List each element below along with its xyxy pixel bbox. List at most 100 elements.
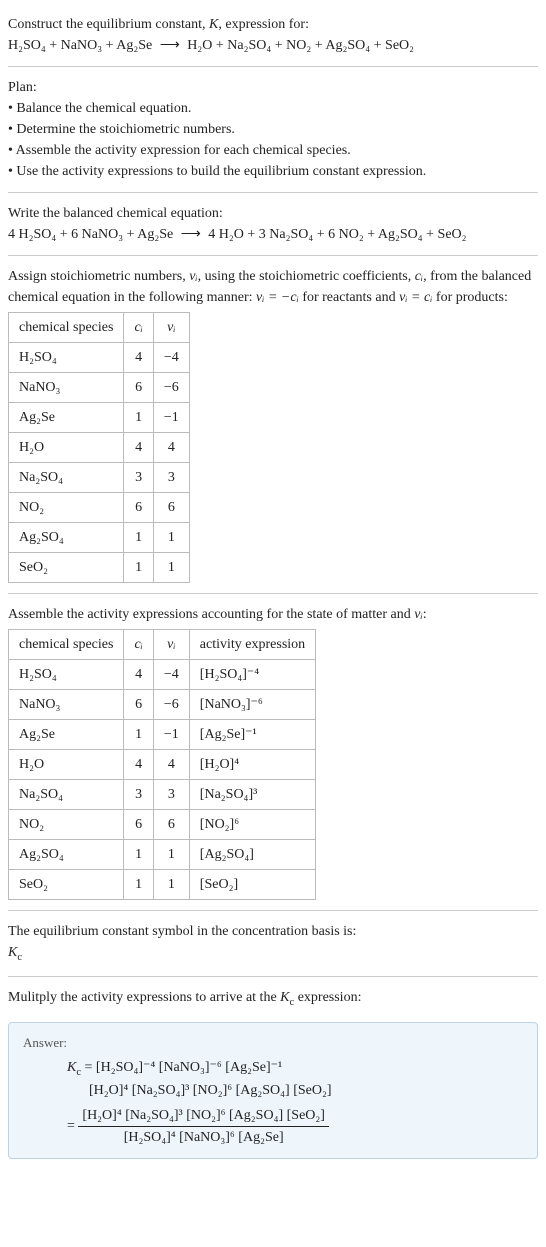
cell-nu: 6	[153, 810, 189, 840]
table-row: Na₂SO₄33[Na₂SO₄]³	[9, 780, 316, 810]
balanced-eq-lhs: 4 H₂SO₄ + 6 NaNO₃ + Ag₂Se	[8, 227, 173, 242]
activity-text-a: Assemble the activity expressions accoun…	[8, 607, 414, 622]
cell-nu: 1	[153, 523, 189, 553]
cell-nu: 1	[153, 840, 189, 870]
divider	[8, 192, 538, 193]
table-row: H₂O44	[9, 433, 190, 463]
intro-text-b: , expression for:	[218, 17, 309, 32]
fraction-denominator: [H₂SO₄]⁴ [NaNO₃]⁶ [Ag₂Se]	[78, 1127, 329, 1148]
divider	[8, 66, 538, 67]
cell-species: Ag₂Se	[9, 403, 124, 433]
answer-line1-rhs: [H₂SO₄]⁻⁴ [NaNO₃]⁻⁶ [Ag₂Se]⁻¹	[96, 1060, 282, 1075]
cell-activity: [NaNO₃]⁻⁶	[189, 690, 315, 720]
answer-box: Answer: Kc = [H₂SO₄]⁻⁴ [NaNO₃]⁻⁶ [Ag₂Se]…	[8, 1022, 538, 1159]
cell-nu: 1	[153, 553, 189, 583]
table-row: SeO₂11[SeO₂]	[9, 870, 316, 900]
cell-c: 3	[124, 463, 153, 493]
col-species: chemical species	[9, 313, 124, 343]
cell-activity: [Ag₂SO₄]	[189, 840, 315, 870]
cell-c: 4	[124, 750, 153, 780]
divider	[8, 976, 538, 977]
answer-label: Answer:	[23, 1033, 523, 1053]
stoich-text-d: for reactants and	[299, 290, 399, 305]
cell-nu: 3	[153, 463, 189, 493]
cell-c: 1	[124, 553, 153, 583]
table-row: H₂SO₄4−4	[9, 343, 190, 373]
intro-K: K	[209, 17, 218, 32]
cell-activity: [Ag₂Se]⁻¹	[189, 720, 315, 750]
activity-nu-i: νᵢ	[414, 607, 422, 622]
intro-text-a: Construct the equilibrium constant,	[8, 17, 209, 32]
table-row: Ag₂SO₄11	[9, 523, 190, 553]
stoich-section: Assign stoichiometric numbers, νᵢ, using…	[8, 260, 538, 589]
cell-species: H₂SO₄	[9, 343, 124, 373]
divider	[8, 593, 538, 594]
stoich-text-e: for products:	[432, 290, 507, 305]
table-row: SeO₂11	[9, 553, 190, 583]
stoich-paragraph: Assign stoichiometric numbers, νᵢ, using…	[8, 266, 538, 308]
stoich-table: chemical species cᵢ νᵢ H₂SO₄4−4 NaNO₃6−6…	[8, 312, 190, 583]
stoich-c-i: cᵢ	[415, 269, 423, 284]
cell-species: Na₂SO₄	[9, 463, 124, 493]
table-row: Na₂SO₄33	[9, 463, 190, 493]
symbol-kc: Kc	[8, 942, 538, 966]
divider	[8, 910, 538, 911]
multiply-text-b: expression:	[294, 990, 361, 1005]
activity-section: Assemble the activity expressions accoun…	[8, 598, 538, 906]
activity-table: chemical species cᵢ νᵢ activity expressi…	[8, 629, 316, 900]
stoich-rel1: νᵢ = −cᵢ	[256, 290, 299, 305]
cell-nu: 3	[153, 780, 189, 810]
table-row: H₂O44[H₂O]⁴	[9, 750, 316, 780]
cell-c: 6	[124, 690, 153, 720]
cell-activity: [NO₂]⁶	[189, 810, 315, 840]
plan-bullet-2: • Determine the stoichiometric numbers.	[8, 119, 538, 140]
table-row: Ag₂SO₄11[Ag₂SO₄]	[9, 840, 316, 870]
cell-species: Na₂SO₄	[9, 780, 124, 810]
cell-nu: −1	[153, 720, 189, 750]
cell-species: H₂O	[9, 433, 124, 463]
cell-species: Ag₂SO₄	[9, 523, 124, 553]
cell-species: NO₂	[9, 493, 124, 523]
table-row: NaNO₃6−6	[9, 373, 190, 403]
cell-species: NaNO₃	[9, 690, 124, 720]
stoich-nu-i: νᵢ	[189, 269, 197, 284]
cell-c: 4	[124, 660, 153, 690]
cell-nu: −4	[153, 660, 189, 690]
answer-line2: [H₂O]⁴ [Na₂SO₄]³ [NO₂]⁶ [Ag₂SO₄] [SeO₂]	[23, 1080, 523, 1101]
table-row: NO₂66	[9, 493, 190, 523]
cell-activity: [Na₂SO₄]³	[189, 780, 315, 810]
col-activity: activity expression	[189, 630, 315, 660]
table-row: NaNO₃6−6[NaNO₃]⁻⁶	[9, 690, 316, 720]
table-header-row: chemical species cᵢ νᵢ activity expressi…	[9, 630, 316, 660]
intro-equation: H₂SO₄ + NaNO₃ + Ag₂Se ⟶ H₂O + Na₂SO₄ + N…	[8, 35, 538, 56]
stoich-rel2: νᵢ = cᵢ	[399, 290, 432, 305]
cell-species: NO₂	[9, 810, 124, 840]
intro-line1: Construct the equilibrium constant, K, e…	[8, 14, 538, 35]
intro-eq-rhs: H₂O + Na₂SO₄ + NO₂ + Ag₂SO₄ + SeO₂	[187, 38, 414, 53]
answer-line1: Kc = [H₂SO₄]⁻⁴ [NaNO₃]⁻⁶ [Ag₂Se]⁻¹	[23, 1057, 523, 1081]
balanced-eq-rhs: 4 H₂O + 3 Na₂SO₄ + 6 NO₂ + Ag₂SO₄ + SeO₂	[208, 227, 466, 242]
cell-c: 4	[124, 343, 153, 373]
cell-c: 1	[124, 523, 153, 553]
plan-section: Plan: • Balance the chemical equation. •…	[8, 71, 538, 188]
cell-c: 3	[124, 780, 153, 810]
multiply-text-a: Mulitply the activity expressions to arr…	[8, 990, 280, 1005]
cell-c: 1	[124, 870, 153, 900]
intro-section: Construct the equilibrium constant, K, e…	[8, 8, 538, 62]
table-row: NO₂66[NO₂]⁶	[9, 810, 316, 840]
cell-nu: 6	[153, 493, 189, 523]
cell-activity: [SeO₂]	[189, 870, 315, 900]
cell-species: H₂SO₄	[9, 660, 124, 690]
col-c: cᵢ	[124, 313, 153, 343]
cell-nu: −6	[153, 373, 189, 403]
stoich-text-a: Assign stoichiometric numbers,	[8, 269, 189, 284]
table-row: Ag₂Se1−1	[9, 403, 190, 433]
cell-nu: −6	[153, 690, 189, 720]
plan-bullet-3: • Assemble the activity expression for e…	[8, 140, 538, 161]
activity-text-b: :	[423, 607, 427, 622]
cell-c: 6	[124, 373, 153, 403]
answer-kc-eq: Kc =	[67, 1060, 96, 1075]
cell-nu: 1	[153, 870, 189, 900]
answer-eq-lead: =	[67, 1119, 78, 1134]
cell-c: 4	[124, 433, 153, 463]
